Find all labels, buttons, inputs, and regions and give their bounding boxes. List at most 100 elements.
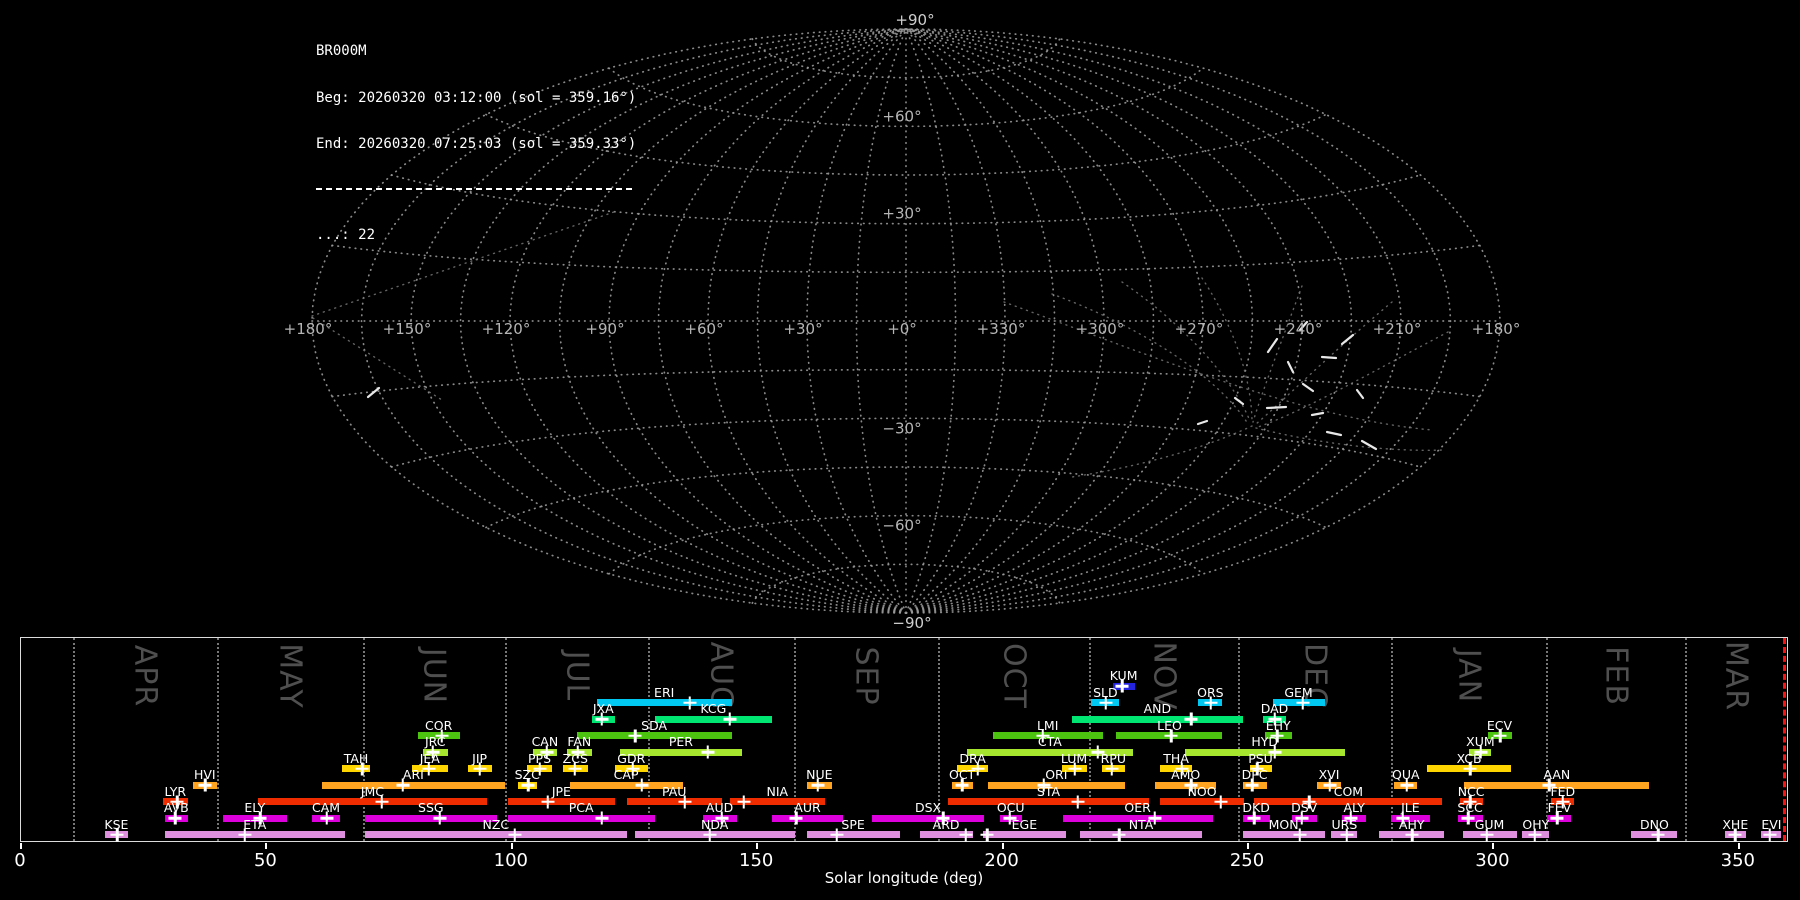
shower-bar-noo xyxy=(1159,798,1245,805)
shower-code-eri: ERI xyxy=(654,684,675,700)
max-marker xyxy=(203,778,207,792)
shower-bar-nzc xyxy=(365,831,627,838)
max-marker xyxy=(1121,679,1124,693)
max-marker xyxy=(1768,828,1771,841)
max-marker xyxy=(1118,828,1121,841)
max-marker xyxy=(1253,811,1256,825)
month-label-apr: APR xyxy=(127,644,163,708)
x-tick xyxy=(1247,843,1249,849)
shower-code-ori: ORI xyxy=(1045,767,1068,782)
max-marker xyxy=(526,778,530,792)
x-tick-label: 0 xyxy=(14,850,26,871)
shower-bar-nta xyxy=(1079,831,1203,838)
shower-bar-pca xyxy=(507,814,655,822)
x-tick xyxy=(510,843,513,849)
max-marker xyxy=(1273,745,1276,759)
shower-code-cor: COR xyxy=(425,717,453,733)
max-marker xyxy=(1328,778,1331,792)
month-label-jan: JAN xyxy=(1451,648,1487,704)
shower-bar-ege xyxy=(982,831,1067,838)
shower-code-eta: ETA xyxy=(243,816,267,832)
max-marker xyxy=(173,811,177,825)
shower-code-ari: ARI xyxy=(402,767,424,782)
activity-timeline: Solar longitude (deg) APR MAY JUN JUL AUG SEP… xyxy=(0,0,1800,900)
month-label-mar: MAR xyxy=(1718,640,1754,712)
shower-code-amo: AMO xyxy=(1171,767,1201,782)
max-marker xyxy=(1189,712,1193,726)
month-boundary-line xyxy=(73,638,75,841)
max-marker xyxy=(1209,696,1212,709)
shower-code-ard: ARD xyxy=(932,816,960,832)
shower-code-scc: SCC xyxy=(1457,800,1483,815)
shower-code-ely: ELY xyxy=(244,800,266,815)
max-marker xyxy=(640,778,644,792)
shower-bar-ssg xyxy=(365,814,497,822)
max-marker xyxy=(546,795,549,808)
max-marker xyxy=(816,778,819,792)
max-marker xyxy=(401,778,405,792)
x-tick xyxy=(20,843,22,849)
shower-code-rpu: RPU xyxy=(1100,750,1126,766)
shower-code-pca: PCA xyxy=(568,800,594,815)
shower-code-sta: STA xyxy=(1036,783,1061,799)
max-marker xyxy=(683,795,686,808)
max-marker xyxy=(380,795,383,808)
meteor-shower-monitor: +90° −90° +60° +30° −30° −60° +180° +150° +120° +… xyxy=(0,0,1800,900)
max-marker xyxy=(1533,828,1536,841)
x-tick xyxy=(1492,843,1495,849)
shower-bar-dsx xyxy=(871,814,985,822)
shower-code-nta: NTA xyxy=(1128,816,1154,832)
max-marker xyxy=(600,811,603,825)
max-marker xyxy=(1411,828,1414,841)
max-marker xyxy=(708,828,711,841)
max-marker xyxy=(1300,811,1303,825)
shower-code-gem: GEM xyxy=(1284,684,1313,700)
max-marker xyxy=(986,828,989,841)
shower-code-fev: FEV xyxy=(1547,800,1572,815)
shower-code-cta: CTA xyxy=(1037,734,1062,749)
max-marker xyxy=(115,828,119,841)
max-marker xyxy=(633,729,637,742)
x-tick-label: 50 xyxy=(253,850,277,871)
max-marker xyxy=(1219,795,1222,808)
x-tick-label: 200 xyxy=(984,850,1019,871)
max-marker xyxy=(1469,762,1472,775)
max-marker xyxy=(1301,696,1304,709)
x-tick xyxy=(265,843,268,849)
shower-bar-mon xyxy=(1242,831,1325,838)
max-marker xyxy=(478,762,482,775)
shower-code-nia: NIA xyxy=(766,783,789,799)
max-marker xyxy=(1251,778,1254,792)
shower-bar-ari xyxy=(321,781,505,789)
shower-code-jle: JLE xyxy=(1401,800,1420,815)
shower-code-psu: PSU xyxy=(1248,750,1273,766)
month-label-feb: FEB xyxy=(1598,646,1634,706)
max-marker xyxy=(600,712,603,726)
shower-code-dkd: DKD xyxy=(1242,800,1270,815)
shower-code-dsx: DSX xyxy=(914,800,942,815)
month-label-jun: JUN xyxy=(416,647,452,705)
max-marker xyxy=(1153,811,1156,825)
shower-code-dpc: DPC xyxy=(1241,767,1268,782)
x-tick xyxy=(1001,843,1004,849)
shower-code-kcg: KCG xyxy=(700,701,727,716)
month-boundary-line xyxy=(1391,638,1394,841)
max-marker xyxy=(795,811,798,825)
max-marker xyxy=(742,795,746,808)
max-marker xyxy=(1345,828,1348,841)
shower-code-jxa: JXA xyxy=(592,701,614,716)
x-tick xyxy=(756,843,759,849)
shower-code-and: AND xyxy=(1143,701,1172,716)
shower-code-lmi: LMI xyxy=(1036,717,1059,733)
shower-code-ege: EGE xyxy=(1011,816,1038,832)
x-tick xyxy=(1737,843,1740,849)
month-label-jul: JUL xyxy=(559,650,595,702)
max-marker xyxy=(706,745,709,759)
max-marker xyxy=(1405,778,1408,792)
shower-code-dno: DNO xyxy=(1639,816,1669,832)
shower-code-jrc: JRC xyxy=(424,734,446,749)
x-tick-label: 100 xyxy=(493,850,528,871)
max-marker xyxy=(961,778,964,792)
max-marker xyxy=(513,828,516,841)
max-marker xyxy=(438,811,441,825)
